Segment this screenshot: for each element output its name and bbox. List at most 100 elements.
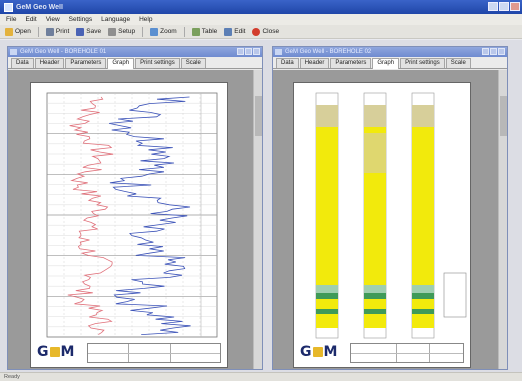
tab-graph[interactable]: Graph — [107, 58, 135, 69]
doc-minimize-button[interactable] — [482, 48, 489, 55]
tab-data[interactable]: Data — [11, 58, 34, 68]
gem-logo: G M — [300, 343, 344, 361]
scrollbar-thumb[interactable] — [500, 96, 507, 136]
tab-print-settings[interactable]: Print settings — [400, 58, 445, 68]
save-label: Save — [86, 28, 102, 35]
gem-logo: G M — [37, 343, 81, 361]
tab-strip: Data Header Parameters Graph Print setti… — [8, 57, 262, 69]
close-button[interactable]: Close — [250, 26, 281, 37]
doc-maximize-button[interactable] — [490, 48, 497, 55]
vertical-scrollbar[interactable] — [253, 70, 262, 369]
menu-language[interactable]: Language — [101, 16, 130, 23]
menu-view[interactable]: View — [46, 16, 60, 23]
lithology-band-green — [316, 309, 338, 314]
doc-minimize-button[interactable] — [237, 48, 244, 55]
document-window-right[interactable]: GeM Geo Well - BOREHOLE 02 Data Header P… — [272, 46, 508, 370]
menu-help[interactable]: Help — [139, 16, 152, 23]
setup-icon — [108, 27, 117, 36]
title-block — [350, 343, 464, 363]
menu-file[interactable]: File — [6, 16, 16, 23]
zoom-icon — [150, 27, 159, 36]
zoom-label: Zoom — [160, 28, 177, 35]
table-label: Table — [201, 28, 218, 35]
print-icon — [45, 27, 54, 36]
doc-close-button[interactable] — [498, 48, 505, 55]
logo-letter-g: G — [37, 344, 49, 360]
lithology-band-green — [316, 293, 338, 299]
document-title-bar: GeM Geo Well - BOREHOLE 01 — [8, 47, 262, 57]
table-button[interactable]: Table — [190, 26, 220, 37]
lithology-column-plot — [315, 92, 467, 339]
tab-scale[interactable]: Scale — [180, 58, 206, 68]
lithology-band-green — [364, 293, 386, 299]
setup-button[interactable]: Setup — [106, 26, 137, 37]
menu-settings[interactable]: Settings — [69, 16, 93, 23]
logo-letter-m: M — [60, 344, 75, 360]
edit-button[interactable]: Edit — [222, 26, 247, 37]
lithology-band-yellow — [316, 127, 338, 285]
tab-header[interactable]: Header — [34, 58, 65, 68]
toolbar-divider — [37, 26, 39, 37]
toolbar-divider — [142, 26, 144, 37]
log-curve-red — [67, 96, 114, 335]
print-button[interactable]: Print — [44, 26, 71, 37]
lithology-band-teal — [364, 285, 386, 293]
setup-label: Setup — [118, 28, 136, 35]
lithology-band-yellow — [364, 299, 386, 309]
tab-data[interactable]: Data — [276, 58, 299, 68]
menu-edit[interactable]: Edit — [25, 16, 36, 23]
tab-strip: Data Header Parameters Graph Print setti… — [273, 57, 507, 69]
lithology-band-green — [412, 309, 434, 314]
tab-header[interactable]: Header — [299, 58, 330, 68]
logo-letter-g: G — [300, 344, 312, 360]
tab-print-settings[interactable]: Print settings — [135, 58, 180, 68]
lithology-band-green — [412, 293, 434, 299]
document-window-left[interactable]: GeM Geo Well - BOREHOLE 01 Data Header P… — [7, 46, 263, 370]
app-icon — [4, 2, 13, 12]
vertical-scrollbar[interactable] — [498, 70, 507, 369]
window-controls — [488, 2, 520, 11]
close-window-button[interactable] — [510, 2, 520, 11]
lithology-band-yellow — [412, 314, 434, 328]
status-text: Ready — [4, 374, 20, 380]
tab-parameters[interactable]: Parameters — [65, 58, 107, 68]
zoom-button[interactable]: Zoom — [148, 26, 179, 37]
lithology-band-beige — [412, 105, 434, 127]
lithology-band-beige — [364, 133, 386, 173]
document-title: GeM Geo Well - BOREHOLE 01 — [20, 49, 107, 55]
menu-bar: File Edit View Settings Language Help — [0, 14, 522, 25]
maximize-button[interactable] — [499, 2, 509, 11]
tab-parameters[interactable]: Parameters — [330, 58, 372, 68]
well-log-plot — [46, 92, 218, 338]
logo-square — [49, 347, 60, 357]
edit-label: Edit — [234, 28, 246, 35]
close-icon — [252, 27, 261, 36]
open-button[interactable]: Open — [3, 26, 33, 37]
app-title: GeM Geo Well — [16, 3, 63, 11]
doc-close-button[interactable] — [253, 48, 260, 55]
graph-canvas: G M — [8, 70, 262, 369]
doc-maximize-button[interactable] — [245, 48, 252, 55]
lithology-band-yellow — [364, 314, 386, 328]
document-title: GeM Geo Well - BOREHOLE 02 — [285, 49, 372, 55]
logo-letter-m: M — [323, 344, 338, 360]
lithology-band-teal — [316, 285, 338, 293]
lithology-band-beige — [316, 105, 338, 127]
table-icon — [191, 27, 200, 36]
document-icon — [10, 49, 17, 55]
print-label: Print — [55, 28, 70, 35]
lithology-band-beige — [364, 105, 386, 127]
app-title-bar: GeM Geo Well — [0, 0, 522, 14]
lithology-band-green — [364, 309, 386, 314]
document-controls — [482, 48, 505, 55]
title-block-divider — [351, 353, 463, 354]
tab-graph[interactable]: Graph — [372, 58, 400, 69]
scrollbar-thumb[interactable] — [255, 96, 262, 136]
minimize-button[interactable] — [488, 2, 498, 11]
document-title-bar: GeM Geo Well - BOREHOLE 02 — [273, 47, 507, 57]
lithology-band-teal — [412, 285, 434, 293]
save-button[interactable]: Save — [74, 26, 103, 37]
open-label: Open — [15, 28, 31, 35]
tab-scale[interactable]: Scale — [445, 58, 471, 68]
document-icon — [275, 49, 282, 55]
